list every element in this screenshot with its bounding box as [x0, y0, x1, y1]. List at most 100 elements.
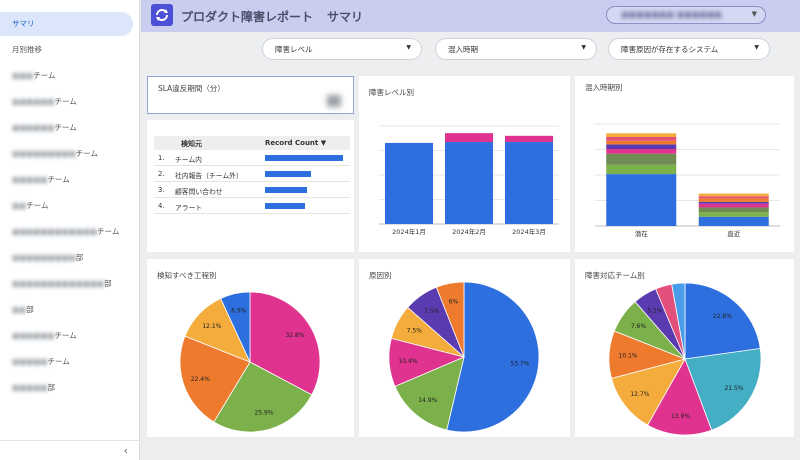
caret-down-icon: ▼	[406, 44, 411, 51]
sidebar-item-redacted-prefix: ■■■■■■	[12, 331, 55, 340]
record-count-bar	[265, 203, 305, 209]
bar-segment	[445, 133, 493, 143]
row-source-name: 顧客問い合わせ	[175, 188, 223, 196]
bar-segment	[606, 153, 677, 165]
sidebar-item-label: チーム	[97, 227, 120, 236]
x-tick-label: 直近	[727, 229, 741, 238]
pie-slice-label: 22.8%	[713, 313, 732, 320]
pie-slice-label: 53.7%	[510, 361, 529, 368]
bar-segment	[445, 142, 493, 224]
sidebar-item[interactable]: ■■■■■■チーム	[0, 324, 133, 348]
table-row[interactable]: 4. アラート	[154, 198, 350, 214]
filter-system[interactable]: 障害原因が存在するシステム ▼	[608, 38, 770, 60]
sidebar-item-label: チーム	[54, 97, 77, 106]
bar-segment	[505, 142, 553, 224]
caret-down-icon: ▼	[581, 44, 586, 51]
bar-segment	[698, 201, 769, 204]
team-chart-card: 障害対応チーム別 22.8% 21.5% 13.9% 12.7% 10.1% 7.6% 5.…	[575, 259, 794, 437]
bar-segment	[606, 164, 677, 175]
sidebar-item-redacted-prefix: ■■■■■	[12, 383, 48, 392]
record-count-bar	[265, 187, 307, 193]
sidebar-item[interactable]: ■■■■■■■■■チーム	[0, 142, 133, 166]
sla-value-redacted	[327, 95, 341, 107]
sidebar-item-redacted-prefix: ■■	[12, 201, 27, 210]
refresh-icon	[156, 9, 168, 21]
sidebar-item[interactable]: ■■■■■チーム	[0, 350, 133, 374]
filter-period[interactable]: 混入時期 ▼	[435, 38, 597, 60]
table-row[interactable]: 3. 顧客問い合わせ	[154, 182, 350, 198]
sidebar-item[interactable]: ■■■■■■■■■■■■■部	[0, 272, 133, 296]
bar-segment	[698, 207, 769, 213]
pie-slice-label: 21.5%	[724, 385, 743, 392]
row-source-name: アラート	[175, 204, 203, 212]
sidebar-item-label: チーム	[54, 331, 77, 340]
x-tick-label: 2024年3月	[512, 227, 546, 236]
sidebar-item[interactable]: サマリ	[0, 12, 133, 36]
sidebar-item[interactable]: ■■部	[0, 298, 133, 322]
page-title: サマリ	[327, 10, 364, 24]
report-title: プロダクト障害レポート	[181, 10, 314, 24]
sidebar-item-redacted-prefix: ■■■■■	[12, 357, 48, 366]
chevron-left-icon[interactable]: ‹	[124, 444, 128, 457]
sidebar-item[interactable]: ■■■■■■チーム	[0, 116, 133, 140]
record-count-bar	[265, 155, 343, 161]
sidebar-item[interactable]: ■■■■■■■■■■■■チーム	[0, 220, 133, 244]
sidebar-item[interactable]: ■■■■■■チーム	[0, 90, 133, 114]
pie-slice-label: 14.9%	[418, 397, 437, 404]
column-header-record-count[interactable]: Record Count ▼	[265, 139, 326, 147]
period-bar-chart: 潜在 直近	[595, 123, 780, 238]
sidebar-item-label: チーム	[47, 175, 70, 184]
sla-scorecard[interactable]: SLA違反期間（分）	[147, 76, 354, 114]
pie-slice-label: 12.1%	[202, 323, 221, 330]
row-source-name: 社内報告（チーム外）	[175, 172, 243, 180]
sidebar-item[interactable]: ■■■■■チーム	[0, 168, 133, 192]
sidebar-item-redacted-prefix: ■■■■■■■■■	[12, 253, 76, 262]
cause-pie-chart: 53.7% 14.9% 10.4% 7.5% 7.5% 6%	[388, 281, 540, 433]
caret-down-icon: ▼	[751, 10, 757, 18]
row-number: 4.	[158, 202, 165, 210]
sidebar-item-label: 部	[104, 279, 112, 288]
team-pie-chart: 22.8% 21.5% 13.9% 12.7% 10.1% 7.6% 5.1%	[608, 282, 762, 436]
pie-slice-label: 5.1%	[647, 308, 663, 315]
pie-slice-label: 7.5%	[424, 308, 440, 315]
sidebar-item-redacted-prefix: ■■	[12, 305, 27, 314]
sidebar-item[interactable]: ■■■チーム	[0, 64, 133, 88]
bar-segment	[606, 140, 677, 145]
bar-segment	[698, 198, 769, 202]
account-selector[interactable]: ■■■■■■■ ■■■■■■ ▼	[606, 6, 766, 24]
table-row[interactable]: 1. チーム内	[154, 150, 350, 166]
bar-segment	[606, 133, 677, 137]
pie-slice	[684, 282, 761, 360]
table-row[interactable]: 2. 社内報告（チーム外）	[154, 166, 350, 182]
x-tick-label: 潜在	[635, 229, 649, 238]
pie-slice-label: 7.6%	[631, 323, 647, 330]
filter-label: 障害レベル	[275, 45, 313, 54]
sidebar-item[interactable]: ■■チーム	[0, 194, 133, 218]
sidebar-item[interactable]: ■■■■■部	[0, 376, 133, 400]
bar-segment	[606, 144, 677, 150]
row-number: 2.	[158, 170, 165, 178]
column-header-source: 検知元	[181, 140, 202, 148]
card-title: SLA違反期間（分）	[158, 84, 225, 93]
sidebar-item-label: 部	[47, 383, 55, 392]
x-tick-label: 2024年2月	[452, 227, 486, 236]
bar-segment	[698, 216, 769, 226]
filter-severity[interactable]: 障害レベル ▼	[262, 38, 422, 60]
bar-segment	[698, 193, 769, 197]
detect-source-card: 検知元 Record Count ▼ 1. チーム内 2. 社内報告（チーム外） 3. 顧…	[147, 120, 354, 252]
process-pie-chart: 32.8% 25.9% 22.4% 12.1% 6.9%	[179, 291, 321, 433]
sidebar-item-label: 部	[26, 305, 34, 314]
sidebar-item[interactable]: 月別推移	[0, 38, 133, 62]
sidebar-item-redacted-prefix: ■■■■■	[12, 175, 48, 184]
sidebar-item-label: 部	[75, 253, 84, 262]
bar-segment	[698, 212, 769, 217]
sidebar-item-redacted-prefix: ■■■	[12, 71, 34, 80]
sidebar: サマリ 月別推移 ■■■チーム ■■■■■■チーム ■■■■■■チーム ■■■■■■■■■…	[0, 0, 140, 460]
sidebar-footer: ‹	[0, 440, 140, 460]
report-logo	[151, 4, 173, 26]
sidebar-item[interactable]: ■■■■■■■■■部	[0, 246, 133, 270]
sidebar-item-redacted-prefix: ■■■■■■	[12, 97, 55, 106]
row-number: 3.	[158, 186, 165, 194]
level-chart-card: 障害レベル別 2024年1月 2024年2月 2024年3月	[359, 76, 570, 252]
pie-slice-label: 12.7%	[630, 391, 649, 398]
